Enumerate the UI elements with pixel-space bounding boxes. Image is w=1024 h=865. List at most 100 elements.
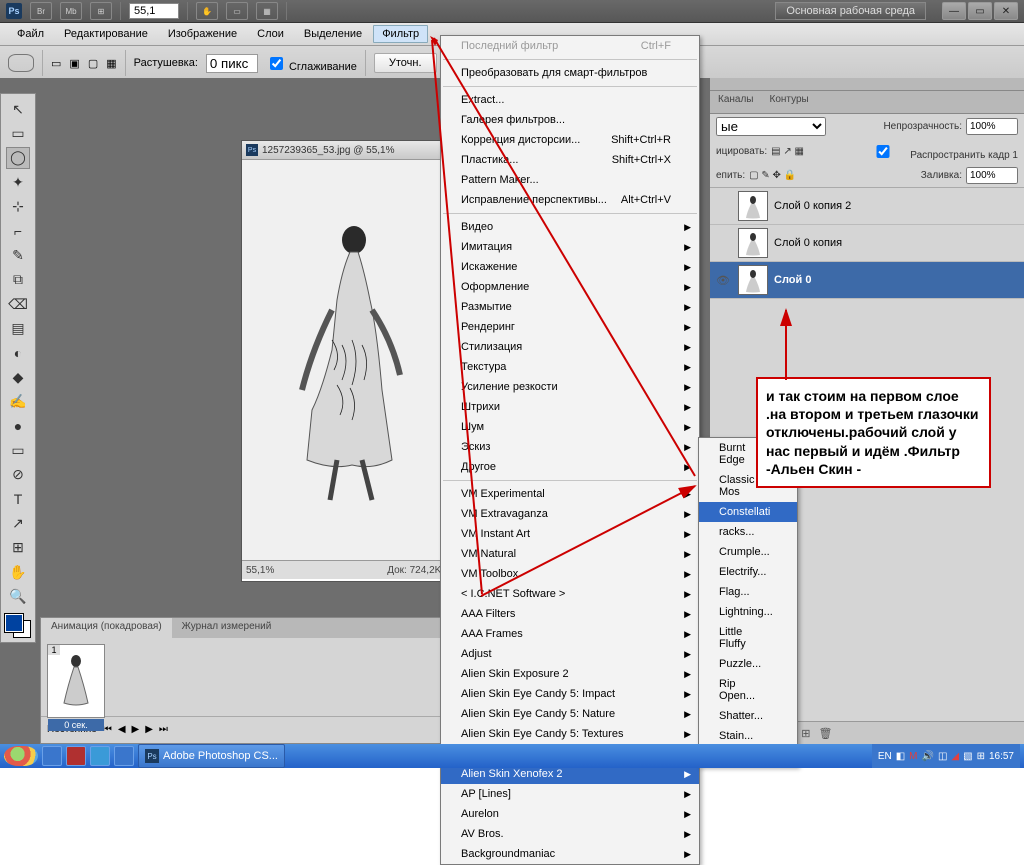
tool-8[interactable]: ⌫ bbox=[6, 293, 30, 315]
taskbar-app-photoshop[interactable]: Ps Adobe Photoshop CS... bbox=[138, 744, 285, 768]
submenu-item[interactable]: Electrify... bbox=[699, 562, 797, 582]
last-frame-button[interactable]: ⏭ bbox=[159, 724, 168, 735]
menu-item-last-filter[interactable]: Последний фильтрCtrl+F bbox=[441, 36, 699, 56]
ruler-icon[interactable]: ⊞ bbox=[90, 2, 112, 20]
submenu-item[interactable]: Flag... bbox=[699, 582, 797, 602]
menu-item[interactable]: VM Extravaganza▶ bbox=[441, 504, 699, 524]
menu-filter[interactable]: Фильтр bbox=[373, 25, 428, 43]
menu-item[interactable]: Pattern Maker... bbox=[441, 170, 699, 190]
menu-item[interactable]: Штрихи▶ bbox=[441, 397, 699, 417]
color-swatch[interactable] bbox=[5, 614, 31, 638]
menu-item[interactable]: AV Bros.▶ bbox=[441, 824, 699, 844]
tool-3[interactable]: ✦ bbox=[6, 171, 30, 193]
first-frame-button[interactable]: ⏮ bbox=[103, 724, 112, 735]
menu-item[interactable]: Видео▶ bbox=[441, 217, 699, 237]
layer-row[interactable]: Слой 0 копия 2 bbox=[710, 188, 1024, 225]
tab-measurement-log[interactable]: Журнал измерений bbox=[172, 618, 282, 638]
tab-channels[interactable]: Каналы bbox=[710, 91, 762, 113]
hand-icon[interactable]: ✋ bbox=[196, 2, 218, 20]
tray-icon[interactable]: M bbox=[909, 751, 917, 762]
mb-icon[interactable]: Mb bbox=[60, 2, 82, 20]
feather-input[interactable] bbox=[206, 54, 258, 73]
tool-10[interactable]: ◐ bbox=[6, 342, 30, 364]
tray-icon[interactable]: ▧ bbox=[963, 751, 972, 762]
tool-17[interactable]: ↗ bbox=[6, 512, 30, 534]
tray-volume-icon[interactable]: 🔊 bbox=[922, 751, 934, 762]
layer-row[interactable]: Слой 0 копия bbox=[710, 225, 1024, 262]
tray-network-icon[interactable]: ◫ bbox=[938, 751, 947, 762]
tool-11[interactable]: ◆ bbox=[6, 366, 30, 388]
menu-item[interactable]: Alien Skin Exposure 2▶ bbox=[441, 664, 699, 684]
fill-input[interactable] bbox=[966, 167, 1018, 184]
tool-2[interactable]: ◯ bbox=[6, 147, 30, 169]
menu-item[interactable]: Aurelon▶ bbox=[441, 804, 699, 824]
menu-item-convert-smart[interactable]: Преобразовать для смарт-фильтров bbox=[441, 63, 699, 83]
tool-16[interactable]: T bbox=[6, 488, 30, 510]
screen-mode-icon[interactable]: Br bbox=[30, 2, 52, 20]
menu-item[interactable]: Extract... bbox=[441, 90, 699, 110]
tool-20[interactable]: 🔍 bbox=[6, 586, 30, 608]
tab-animation[interactable]: Анимация (покадровая) bbox=[41, 618, 172, 638]
menu-item[interactable]: Backgroundmaniac▶ bbox=[441, 844, 699, 864]
lang-indicator[interactable]: EN bbox=[878, 751, 892, 762]
menu-item[interactable]: < I.C.NET Software >▶ bbox=[441, 584, 699, 604]
blend-mode-select[interactable]: ые bbox=[716, 117, 826, 136]
submenu-item[interactable]: Rip Open... bbox=[699, 674, 797, 706]
layer-row[interactable]: 👁Слой 0 bbox=[710, 262, 1024, 299]
lock-buttons[interactable]: ▢ ✎ ✥ 🔒 bbox=[749, 170, 796, 181]
tool-18[interactable]: ⊞ bbox=[6, 537, 30, 559]
tab-paths[interactable]: Контуры bbox=[762, 91, 817, 113]
quicklaunch-desktop-icon[interactable] bbox=[114, 746, 134, 766]
menu-image[interactable]: Изображение bbox=[159, 25, 246, 43]
menu-item[interactable]: Размытие▶ bbox=[441, 297, 699, 317]
selection-add-icon[interactable]: ▣ bbox=[69, 57, 79, 70]
canvas[interactable] bbox=[242, 160, 462, 560]
menu-item[interactable]: Рендеринг▶ bbox=[441, 317, 699, 337]
tray-antivirus-icon[interactable]: ◢ bbox=[951, 751, 959, 762]
menu-item[interactable]: AAA Frames▶ bbox=[441, 624, 699, 644]
quicklaunch-totalcmd-icon[interactable] bbox=[42, 746, 62, 766]
tool-5[interactable]: ⌐ bbox=[6, 220, 30, 242]
menu-item[interactable]: Имитация▶ bbox=[441, 237, 699, 257]
frame-time[interactable]: 0 сек. bbox=[48, 719, 104, 731]
layer-footer-button[interactable]: ⊞ bbox=[801, 727, 810, 740]
tool-0[interactable]: ↖ bbox=[6, 98, 30, 120]
menu-item[interactable]: Другое▶ bbox=[441, 457, 699, 477]
start-button[interactable] bbox=[4, 746, 38, 766]
zoom-field[interactable]: 55,1 bbox=[129, 3, 179, 19]
menu-item[interactable]: AP [Lines]▶ bbox=[441, 784, 699, 804]
opacity-input[interactable] bbox=[966, 118, 1018, 135]
tray-icon[interactable]: ⊞ bbox=[977, 751, 985, 762]
menu-item[interactable]: Эскиз▶ bbox=[441, 437, 699, 457]
submenu-item[interactable]: Shatter... bbox=[699, 706, 797, 726]
menu-select[interactable]: Выделение bbox=[295, 25, 371, 43]
tool-7[interactable]: ⧉ bbox=[6, 269, 30, 291]
menu-item[interactable]: Текстура▶ bbox=[441, 357, 699, 377]
menu-item[interactable]: Alien Skin Eye Candy 5: Nature▶ bbox=[441, 704, 699, 724]
submenu-item[interactable]: Constellati bbox=[699, 502, 797, 522]
selection-intersect-icon[interactable]: ▦ bbox=[106, 57, 116, 70]
selection-sub-icon[interactable]: ▢ bbox=[88, 57, 98, 70]
menu-item[interactable]: VM Natural▶ bbox=[441, 544, 699, 564]
tool-19[interactable]: ✋ bbox=[6, 561, 30, 583]
clock[interactable]: 16:57 bbox=[989, 751, 1014, 762]
animation-frame[interactable]: 1 0 сек. bbox=[47, 644, 105, 718]
submenu-item[interactable]: Little Fluffy bbox=[699, 622, 797, 654]
grid-icon[interactable]: ▦ bbox=[256, 2, 278, 20]
lock-icons[interactable]: ▤ ↗ ▦ bbox=[771, 146, 804, 157]
arrange-icon[interactable]: ▭ bbox=[226, 2, 248, 20]
menu-item[interactable]: Alien Skin Eye Candy 5: Textures▶ bbox=[441, 724, 699, 744]
selection-new-icon[interactable]: ▭ bbox=[51, 57, 61, 70]
menu-item[interactable]: Alien Skin Eye Candy 5: Impact▶ bbox=[441, 684, 699, 704]
menu-item[interactable]: VM Instant Art▶ bbox=[441, 524, 699, 544]
refine-edge-button[interactable]: Уточн. bbox=[374, 53, 437, 73]
tool-6[interactable]: ✎ bbox=[6, 244, 30, 266]
submenu-item[interactable]: Lightning... bbox=[699, 602, 797, 622]
next-frame-button[interactable]: ▶ bbox=[145, 724, 153, 735]
menu-item[interactable]: VM Experimental▶ bbox=[441, 484, 699, 504]
menu-item[interactable]: Коррекция дисторсии...Shift+Ctrl+R bbox=[441, 130, 699, 150]
visibility-icon[interactable]: 👁 bbox=[714, 274, 732, 287]
menu-item[interactable]: Галерея фильтров... bbox=[441, 110, 699, 130]
menu-item[interactable]: VM Toolbox▶ bbox=[441, 564, 699, 584]
play-button[interactable]: ▶ bbox=[132, 724, 140, 735]
